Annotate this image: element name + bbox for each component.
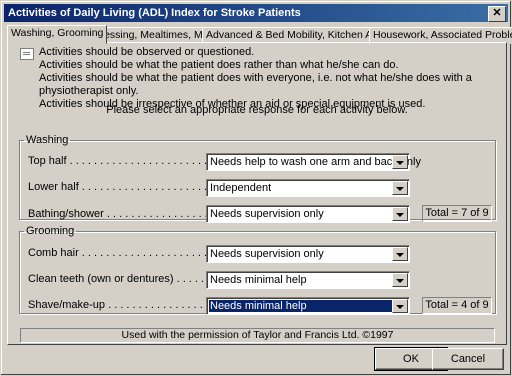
selection-prompt: Please select an appropriate response fo…: [106, 104, 408, 116]
cancel-button[interactable]: Cancel: [432, 348, 504, 370]
washing-total: Total = 7 of 9: [422, 205, 492, 222]
shave-makeup-select[interactable]: Needs minimal help: [206, 297, 410, 315]
lower-half-select[interactable]: Independent: [206, 179, 410, 197]
dropdown-arrow-icon[interactable]: [392, 247, 408, 261]
grooming-group: Grooming Comb hair . . . . . . . . . . .…: [19, 225, 496, 315]
note-icon: [20, 48, 34, 60]
comb-hair-value: Needs supervision only: [210, 248, 324, 260]
bathing-shower-value: Needs supervision only: [210, 208, 324, 220]
window-title: Activities of Daily Living (ADL) Index f…: [8, 7, 301, 19]
title-bar[interactable]: Activities of Daily Living (ADL) Index f…: [4, 4, 508, 22]
top-half-select[interactable]: Needs help to wash one arm and back only: [206, 153, 421, 171]
tab-panel: Activities should be observed or questio…: [7, 42, 507, 345]
top-half-value: Needs help to wash one arm and back only: [210, 156, 421, 168]
dropdown-arrow-icon[interactable]: [392, 299, 408, 313]
grooming-legend: Grooming: [26, 225, 75, 237]
instruction-line: Activities should be observed or questio…: [39, 46, 255, 58]
tab-washing-grooming[interactable]: Washing, Grooming: [7, 25, 108, 44]
shave-makeup-value: Needs minimal help: [209, 300, 392, 312]
lower-half-value: Independent: [210, 182, 272, 194]
dialog-window: Activities of Daily Living (ADL) Index f…: [0, 0, 512, 376]
dropdown-arrow-icon[interactable]: [392, 155, 408, 169]
instruction-line: Activities should be what the patient do…: [39, 59, 399, 71]
washing-legend: Washing: [26, 134, 69, 146]
instruction-line: Activities should be what the patient do…: [39, 72, 472, 97]
clean-teeth-select[interactable]: Needs minimal help: [206, 271, 410, 289]
permission-notice: Used with the permission of Taylor and F…: [20, 328, 495, 343]
clean-teeth-value: Needs minimal help: [210, 274, 307, 286]
bathing-shower-select[interactable]: Needs supervision only: [206, 205, 410, 223]
dropdown-arrow-icon[interactable]: [392, 181, 408, 195]
dropdown-arrow-icon[interactable]: [392, 273, 408, 287]
washing-group: Washing Top half . . . . . . . . . . . .…: [19, 134, 496, 223]
close-button[interactable]: ✕: [488, 6, 506, 22]
instructions: Activities should be observed or questio…: [39, 46, 506, 111]
grooming-total: Total = 4 of 9: [422, 297, 492, 314]
comb-hair-select[interactable]: Needs supervision only: [206, 245, 410, 263]
dropdown-arrow-icon[interactable]: [392, 207, 408, 221]
